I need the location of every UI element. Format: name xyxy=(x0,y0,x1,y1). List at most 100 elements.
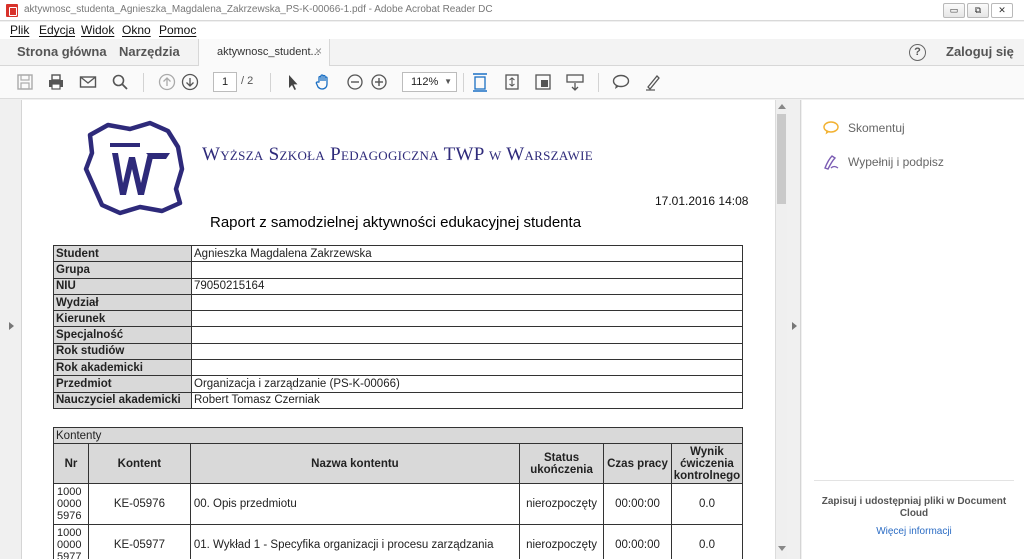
info-label: Przedmiot xyxy=(53,375,192,393)
menu-bar: Plik Edycja Widok Okno Pomoc xyxy=(0,22,1024,39)
sign-pen-icon[interactable] xyxy=(643,72,663,92)
info-label: Wydział xyxy=(53,293,192,312)
comment-bubble-icon xyxy=(823,121,839,135)
hand-tool-icon[interactable] xyxy=(313,72,333,92)
restore-button[interactable]: ⧉ xyxy=(967,3,989,18)
column-header-czas: Czas pracy xyxy=(603,443,672,484)
right-pane-toggle[interactable] xyxy=(787,100,801,559)
tab-tools[interactable]: Narzędzia xyxy=(119,44,180,59)
scroll-up-icon[interactable] xyxy=(778,104,786,109)
fullscreen-icon[interactable] xyxy=(533,72,553,92)
save-icon[interactable] xyxy=(15,72,35,92)
menu-file[interactable]: Plik xyxy=(10,23,29,37)
zoom-out-icon[interactable] xyxy=(345,72,365,92)
comment-tool-label: Skomentuj xyxy=(848,121,905,135)
info-label: Student xyxy=(53,244,192,263)
menu-window[interactable]: Okno xyxy=(122,23,151,37)
row-wynik: 0.0 xyxy=(670,483,744,525)
document-tab-label: aktywnosc_student... xyxy=(217,46,320,58)
left-pane-toggle[interactable] xyxy=(0,100,22,559)
info-label: Specjalność xyxy=(53,326,192,344)
page-number-input[interactable]: 1 xyxy=(213,72,237,92)
comment-icon[interactable] xyxy=(611,72,631,92)
zoom-select[interactable]: 112% ▼ xyxy=(402,72,457,92)
document-cloud-promo: Zapisuj i udostępniaj pliki w Document C… xyxy=(821,496,1007,519)
tab-home[interactable]: Strona główna xyxy=(17,44,107,59)
scrollbar-thumb[interactable] xyxy=(777,114,786,204)
scroll-down-icon[interactable] xyxy=(778,546,786,551)
info-label: Rok akademicki xyxy=(53,359,192,377)
info-value: Agnieszka Magdalena Zakrzewska xyxy=(191,244,743,263)
tools-pane: Skomentuj Wypełnij i podpisz Zapisuj i u… xyxy=(802,100,1024,559)
info-value xyxy=(191,261,743,279)
zoom-in-icon[interactable] xyxy=(369,72,389,92)
signin-link[interactable]: Zaloguj się xyxy=(946,44,1014,59)
row-nr: 1000 0000 5976 xyxy=(53,483,89,525)
fit-width-icon[interactable] xyxy=(470,72,490,92)
row-kontent: KE-05977 xyxy=(87,524,191,559)
row-wynik: 0.0 xyxy=(670,524,744,559)
student-info-table: Student Agnieszka Magdalena Zakrzewska Gru… xyxy=(53,244,743,409)
tab-bar: Strona główna Narzędzia aktywnosc_studen… xyxy=(0,39,1024,66)
toolbar-separator xyxy=(143,73,144,92)
row-czas: 00:00:00 xyxy=(603,524,672,559)
page-total: / 2 xyxy=(241,75,254,87)
minimize-button[interactable]: ▭ xyxy=(943,3,965,18)
info-value xyxy=(191,342,743,361)
info-label: Rok studiów xyxy=(53,342,192,361)
more-info-link[interactable]: Więcej informacji xyxy=(814,526,1014,537)
row-kontent: KE-05976 xyxy=(87,483,191,525)
close-tab-icon[interactable]: × xyxy=(315,44,322,58)
document-viewer[interactable]: Wyższa Szkoła Pedagogiczna TWP w Warszaw… xyxy=(22,100,775,559)
zoom-value: 112% xyxy=(411,76,439,88)
info-row: Kierunek xyxy=(53,310,743,328)
column-header-status: Status ukończenia xyxy=(519,443,605,484)
close-window-button[interactable]: ✕ xyxy=(991,3,1013,18)
vertical-scrollbar[interactable] xyxy=(775,100,787,559)
info-label: Nauczyciel akademicki xyxy=(53,391,192,409)
info-row: Nauczyciel akademicki Robert Tomasz Czern… xyxy=(53,391,743,409)
read-mode-icon[interactable] xyxy=(565,72,585,92)
fill-sign-icon xyxy=(824,155,839,170)
report-title: Raport z samodzielnej aktywności edukacy… xyxy=(210,214,582,231)
previous-page-icon[interactable] xyxy=(157,72,177,92)
content-table: Kontenty Nr Kontent Nazwa kontentu Statu… xyxy=(53,427,744,559)
expand-left-icon xyxy=(9,322,14,330)
university-name: Wyższa Szkoła Pedagogiczna TWP w Warszaw… xyxy=(202,144,593,165)
info-row: Wydział xyxy=(53,293,743,312)
info-row: NIU 79050215164 xyxy=(53,277,743,295)
content-table-caption: Kontenty xyxy=(53,427,743,444)
collapse-right-icon xyxy=(792,322,797,330)
toolbar-separator xyxy=(598,73,599,92)
search-icon[interactable] xyxy=(110,72,130,92)
help-icon[interactable]: ? xyxy=(909,44,926,61)
row-czas: 00:00:00 xyxy=(603,483,672,525)
promo-divider xyxy=(814,480,1014,481)
info-value: 79050215164 xyxy=(191,277,743,295)
info-row: Przedmiot Organizacja i zarządzanie (PS-K… xyxy=(53,375,743,393)
pdf-page: Wyższa Szkoła Pedagogiczna TWP w Warszaw… xyxy=(22,100,775,559)
info-value xyxy=(191,326,743,344)
menu-help[interactable]: Pomoc xyxy=(159,23,196,37)
info-row: Grupa xyxy=(53,261,743,279)
select-cursor-icon[interactable] xyxy=(283,72,303,92)
menu-view[interactable]: Widok xyxy=(81,23,114,37)
info-row: Specjalność xyxy=(53,326,743,344)
tab-document[interactable]: aktywnosc_student... × xyxy=(198,39,330,66)
info-label: NIU xyxy=(53,277,192,295)
row-status: nierozpoczęty xyxy=(519,524,605,559)
row-status: nierozpoczęty xyxy=(519,483,605,525)
row-nazwa: 01. Wykład 1 - Specyfika organizacji i p… xyxy=(189,524,521,559)
column-header-nazwa: Nazwa kontentu xyxy=(189,443,521,484)
info-label: Kierunek xyxy=(53,310,192,328)
info-value: Robert Tomasz Czerniak xyxy=(191,391,743,409)
email-icon[interactable] xyxy=(78,72,98,92)
next-page-icon[interactable] xyxy=(180,72,200,92)
print-icon[interactable] xyxy=(46,72,66,92)
info-value: Organizacja i zarządzanie (PS-K-00066) xyxy=(191,375,743,393)
column-header-nr: Nr xyxy=(53,443,89,484)
fit-page-icon[interactable] xyxy=(502,72,522,92)
fill-sign-tool-label: Wypełnij i podpisz xyxy=(848,155,944,169)
menu-edit[interactable]: Edycja xyxy=(39,23,75,37)
row-nr: 1000 0000 5977 xyxy=(53,524,89,559)
